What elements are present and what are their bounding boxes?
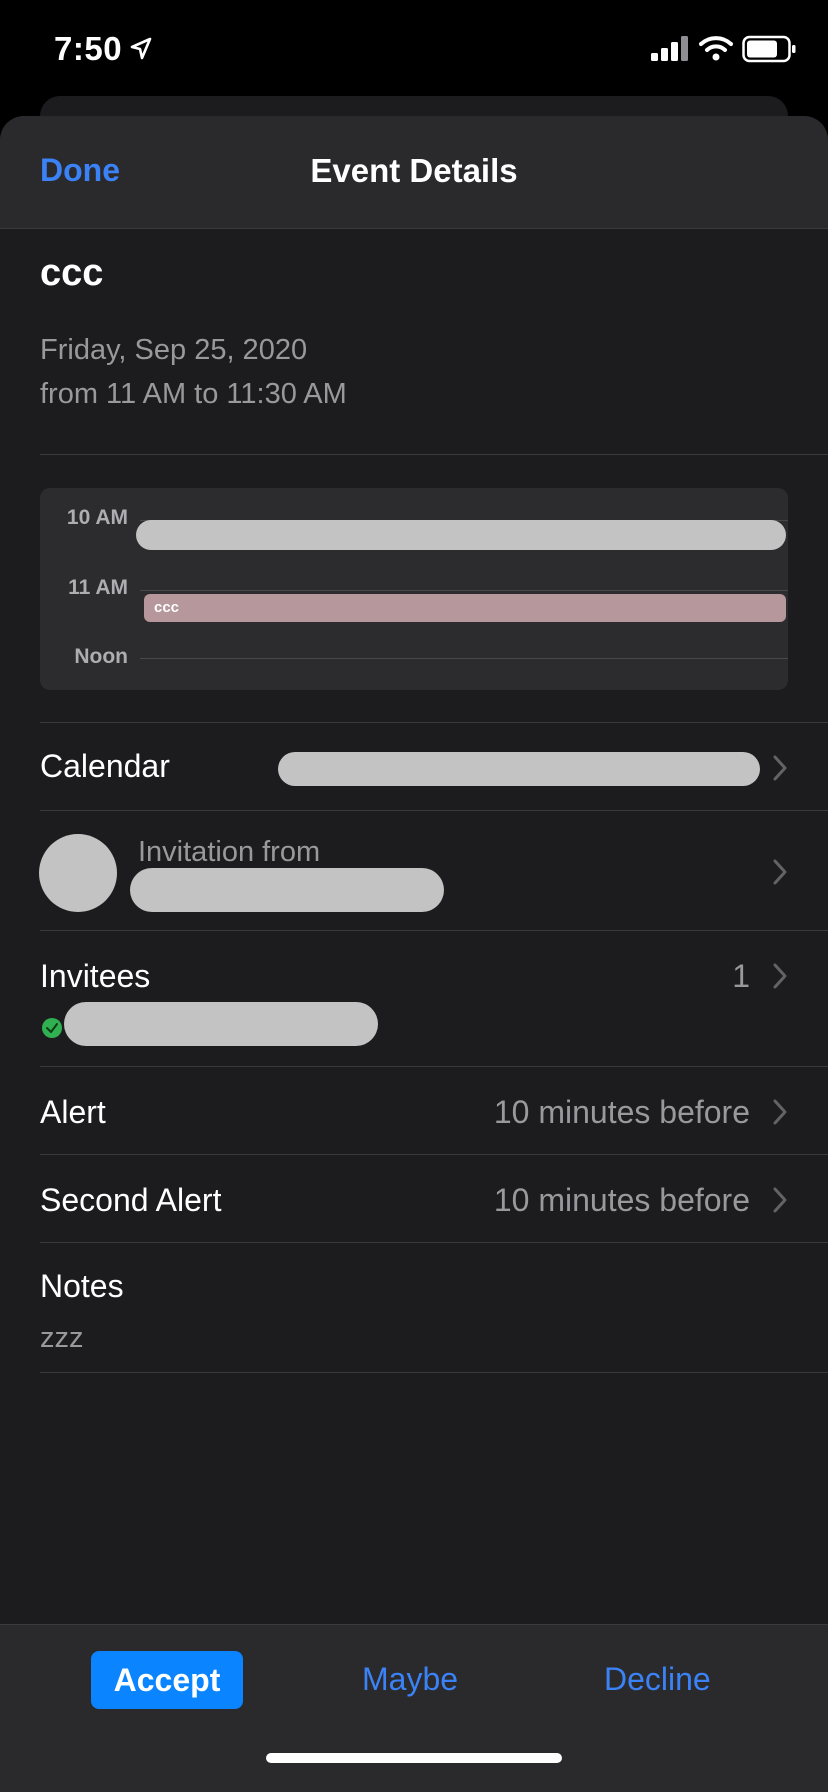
calendar-label: Calendar <box>40 748 170 784</box>
invitation-from-label: Invitation from <box>138 836 321 868</box>
event-date: Friday, Sep 25, 2020 <box>40 334 308 366</box>
alert-label: Alert <box>40 1094 106 1130</box>
invitees-label: Invitees <box>40 958 151 994</box>
divider <box>40 1242 828 1243</box>
hour-label-noon: Noon <box>74 645 128 668</box>
location-arrow-icon <box>130 37 152 60</box>
status-bar: 7:50 <box>0 0 828 100</box>
chevron-right-icon <box>773 1099 787 1125</box>
response-action-bar: Accept Maybe Decline <box>0 1624 828 1792</box>
divider <box>40 454 828 455</box>
event-block-label: ccc <box>154 599 180 616</box>
current-event-block: ccc <box>144 594 786 622</box>
chevron-right-icon <box>773 859 787 885</box>
page-title: Event Details <box>310 152 518 189</box>
divider <box>40 930 828 931</box>
maybe-button[interactable]: Maybe <box>362 1661 458 1698</box>
avatar <box>39 834 117 912</box>
hour-line <box>140 658 788 659</box>
divider <box>40 1372 828 1373</box>
divider <box>40 810 828 811</box>
event-time-range: from 11 AM to 11:30 AM <box>40 378 347 410</box>
hour-label-10am: 10 AM <box>66 506 128 529</box>
chevron-right-icon <box>773 1187 787 1213</box>
decline-button[interactable]: Decline <box>604 1661 711 1698</box>
redacted-organizer-name <box>130 868 444 912</box>
second-alert-value: 10 minutes before <box>493 1182 750 1218</box>
notes-label: Notes <box>40 1268 124 1304</box>
hour-label-11am: 11 AM <box>68 576 128 599</box>
event-title: ccc <box>40 252 104 294</box>
redacted-calendar-name <box>278 752 760 786</box>
notes-value: zzz <box>40 1322 84 1354</box>
accept-button[interactable]: Accept <box>91 1651 243 1709</box>
navigation-bar: Done Event Details <box>0 116 828 229</box>
event-details-sheet: Done Event Details ccc Friday, Sep 25, 2… <box>0 116 828 1792</box>
home-indicator <box>266 1753 562 1763</box>
day-view-preview: 10 AM 11 AM ccc Noon <box>40 488 788 690</box>
divider <box>40 1066 828 1067</box>
wifi-icon <box>699 36 733 61</box>
status-time: 7:50 <box>54 30 123 67</box>
divider <box>40 1154 828 1155</box>
alert-value: 10 minutes before <box>493 1094 750 1130</box>
cellular-signal-icon <box>651 36 688 61</box>
divider <box>40 722 828 723</box>
chevron-right-icon <box>773 963 787 989</box>
redacted-invitee-name <box>64 1002 378 1046</box>
battery-icon <box>742 35 796 63</box>
redacted-event-block <box>136 520 786 550</box>
hour-line <box>140 590 788 591</box>
second-alert-label: Second Alert <box>40 1182 222 1218</box>
accepted-check-icon <box>42 1018 62 1038</box>
invitees-count: 1 <box>732 958 750 994</box>
chevron-right-icon <box>773 755 787 781</box>
